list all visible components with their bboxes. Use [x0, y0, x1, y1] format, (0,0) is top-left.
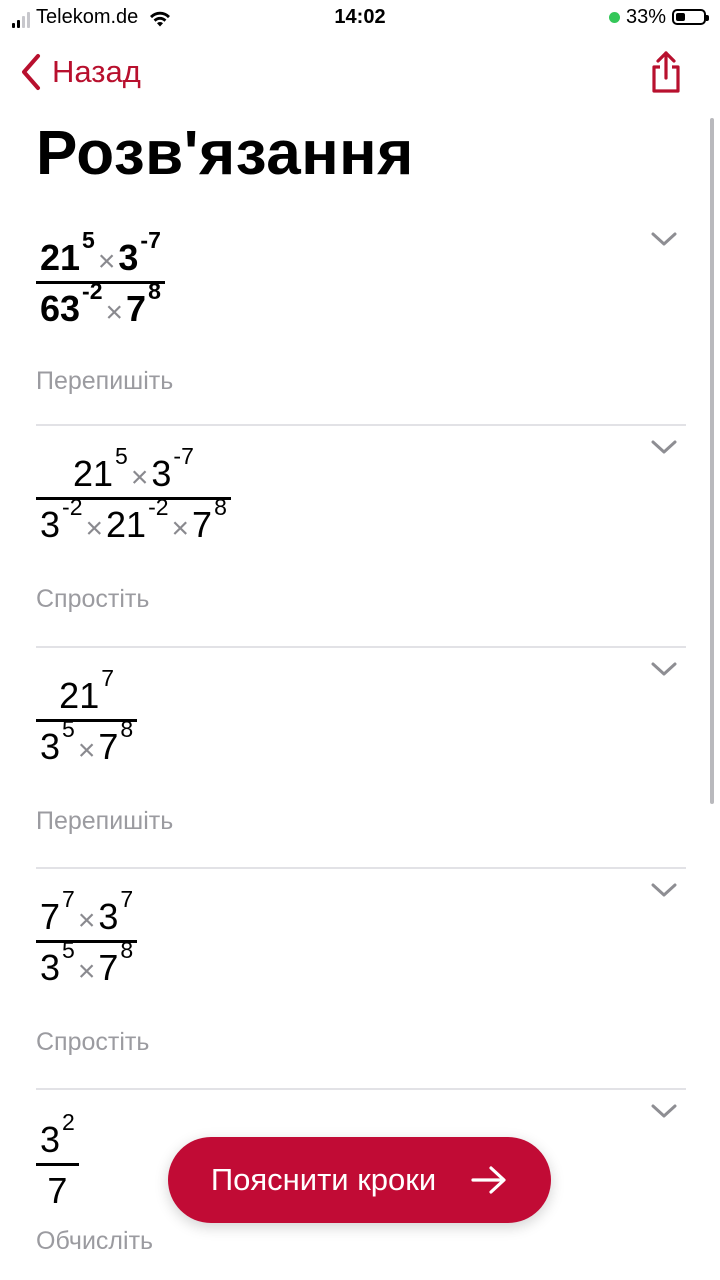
- step-expression: 21 5 × 3 -7 3 -2 × 21 -2 × 7 8: [36, 445, 231, 546]
- step-expression: 32 7: [36, 1111, 79, 1211]
- term-exponent: -2: [62, 494, 83, 520]
- term-exponent: 5: [82, 227, 95, 253]
- share-icon: [652, 51, 680, 93]
- multiply-sign: ×: [77, 955, 96, 988]
- term-exponent: 8: [214, 494, 227, 520]
- term-exponent: 8: [148, 278, 161, 304]
- step-label: Спростіть: [36, 1028, 150, 1056]
- term-exponent: 7: [120, 886, 134, 912]
- term-base: 3: [40, 504, 61, 545]
- chevron-down-icon[interactable]: [650, 1102, 678, 1120]
- status-right: 33%: [608, 6, 709, 28]
- step-label: Перепишіть: [36, 367, 174, 395]
- fraction-denominator: 3 -2 × 21 -2 × 7 8: [36, 496, 231, 546]
- term-exponent: -2: [82, 278, 103, 304]
- multiply-sign: ×: [77, 734, 96, 767]
- multiply-sign: ×: [97, 245, 116, 278]
- fraction-numerator: 21 5 × 3 -7: [69, 445, 198, 495]
- fraction-bar: [36, 1163, 79, 1166]
- status-bar: Telekom.de 14:02 33%: [0, 0, 720, 38]
- step-expression: 21 7 3 5 × 7 8: [36, 667, 138, 768]
- term-base: 21: [40, 237, 81, 278]
- solution-step[interactable]: 7 7 × 3 7 3 5 × 7 8 Спростіть: [36, 869, 686, 1090]
- back-chevron-icon: [22, 54, 40, 90]
- privacy-indicator: [608, 11, 620, 23]
- fraction-denominator: 63 -2 × 7 8: [36, 280, 165, 330]
- step-label: Обчисліть: [36, 1227, 154, 1255]
- solution-step[interactable]: 21 7 3 5 × 7 8 Перепишіть: [36, 648, 686, 869]
- back-label: Назад: [52, 54, 141, 89]
- chevron-down-icon[interactable]: [650, 660, 678, 678]
- term-base: 3: [151, 453, 172, 494]
- battery-percent: 33%: [625, 6, 666, 28]
- term-base: 7: [126, 288, 147, 329]
- explain-steps-label: Пояснити кроки: [210, 1162, 437, 1197]
- nav-bar: Назад: [0, 44, 720, 104]
- fraction-denominator: 7: [43, 1171, 71, 1211]
- multiply-sign: ×: [171, 512, 190, 545]
- term-base: 63: [40, 288, 81, 329]
- term-exponent: -7: [140, 227, 161, 253]
- multiply-sign: ×: [85, 512, 104, 545]
- fraction-denominator: 3 5 × 7 8: [36, 718, 137, 768]
- chevron-down-icon[interactable]: [650, 881, 678, 899]
- term-exponent: 5: [62, 716, 75, 742]
- term-base: 21: [73, 453, 114, 494]
- chevron-down-icon[interactable]: [650, 438, 678, 456]
- solution-step[interactable]: 21 5 × 3 -7 63 -2 × 7 8 Перепишіть: [36, 218, 686, 426]
- back-button[interactable]: Назад: [20, 52, 141, 92]
- battery-icon: [672, 9, 709, 25]
- step-expression: 21 5 × 3 -7 63 -2 × 7 8: [36, 229, 165, 330]
- term-base: 3: [40, 1119, 61, 1160]
- step-expression: 7 7 × 3 7 3 5 × 7 8: [36, 888, 138, 989]
- term-base: 3: [40, 726, 61, 767]
- explain-steps-button[interactable]: Пояснити кроки: [168, 1137, 551, 1223]
- multiply-sign: ×: [105, 296, 124, 329]
- share-button[interactable]: [650, 50, 682, 99]
- term-exponent: 2: [62, 1109, 75, 1135]
- term-exponent: 8: [120, 716, 134, 742]
- term-base: 7: [47, 1170, 68, 1211]
- term-base: 21: [106, 504, 147, 545]
- term-exponent: 7: [101, 665, 115, 691]
- term-exponent: 5: [62, 937, 75, 963]
- multiply-sign: ×: [130, 461, 149, 494]
- term-base: 3: [40, 947, 61, 988]
- fraction-numerator: 21 5 × 3 -7: [36, 229, 165, 279]
- fraction-numerator: 7 7 × 3 7: [36, 888, 137, 938]
- term-exponent: 5: [115, 443, 128, 469]
- term-exponent: -7: [173, 443, 194, 469]
- multiply-sign: ×: [77, 904, 96, 937]
- fraction-denominator: 3 5 × 7 8: [36, 939, 137, 989]
- term-exponent: 8: [120, 937, 134, 963]
- chevron-down-icon[interactable]: [650, 230, 678, 248]
- term-base: 7: [192, 504, 213, 545]
- scroll-indicator[interactable]: [710, 118, 714, 804]
- solution-step[interactable]: 21 5 × 3 -7 3 -2 × 21 -2 × 7 8 Спростіть: [36, 426, 686, 648]
- term-base: 7: [98, 947, 119, 988]
- term-exponent: 7: [62, 886, 75, 912]
- step-label: Спростіть: [36, 585, 150, 613]
- fraction-numerator: 32: [36, 1111, 79, 1160]
- fraction-numerator: 21 7: [55, 667, 118, 716]
- term-exponent: -2: [148, 494, 169, 520]
- term-base: 21: [59, 675, 100, 716]
- term-base: 3: [98, 896, 119, 937]
- term-base: 3: [118, 237, 139, 278]
- arrow-right-icon: [471, 1166, 506, 1194]
- term-base: 7: [98, 726, 119, 767]
- term-base: 7: [40, 896, 61, 937]
- step-label: Перепишіть: [36, 807, 174, 835]
- page-title: Розв'язання: [36, 119, 414, 188]
